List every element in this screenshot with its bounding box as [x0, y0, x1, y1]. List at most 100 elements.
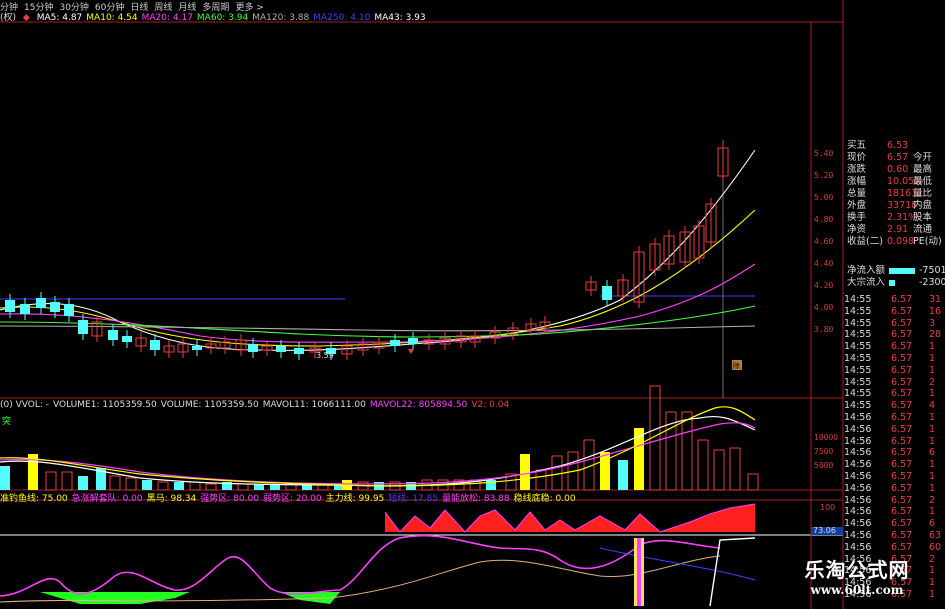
- tick-row: 14:55 6.57 31: [843, 294, 945, 306]
- flow-value: -7501: [919, 265, 945, 276]
- volume-bar: [713, 449, 725, 491]
- tick-volume: 63: [929, 529, 942, 541]
- quote-value: 2.91: [887, 224, 909, 235]
- indicator-label: 稳线底稳: 0.00: [513, 494, 576, 504]
- volume-bar: [142, 480, 152, 490]
- indicator-label: 强势区: 80.00: [200, 494, 259, 504]
- tick-price: 6.57: [891, 317, 913, 329]
- tick-time: 14:55: [844, 329, 872, 341]
- indicator-label: 短线: 17.85: [388, 494, 438, 504]
- candle-down: [36, 298, 46, 308]
- tick-row: 14:56 6.57 60: [843, 542, 945, 554]
- tick-volume: 1: [929, 341, 936, 353]
- tick-price: 6.57: [891, 506, 913, 518]
- tick-price: 6.57: [891, 518, 913, 530]
- quote-value: 0.60: [887, 164, 909, 175]
- tick-row: 14:56 6.57 6: [843, 447, 945, 459]
- kline-chart[interactable]: 5.40 5.20 5.00 4.80 4.60 4.40 4.20 4.00 3.80 3.5…: [0, 0, 945, 609]
- flow-row: 净流入额 -7501: [843, 265, 945, 277]
- site-watermark: 乐淘公式网 www.60lt.com: [772, 554, 942, 597]
- price-axis-label: 5.20: [814, 171, 833, 180]
- volume-bar: [157, 481, 169, 491]
- tick-price: 6.57: [891, 400, 913, 412]
- quote-key2: 量比: [913, 188, 933, 199]
- candle-down: [294, 348, 304, 354]
- quote-key2: PE(动): [913, 236, 942, 247]
- tick-time: 14:55: [844, 364, 872, 376]
- tick-row: 14:56 6.57 1: [843, 412, 945, 424]
- tick-time: 14:56: [844, 541, 872, 553]
- quote-row: 外盘 33718 内盘: [843, 200, 945, 212]
- tick-volume: 31: [929, 294, 942, 305]
- candle-down: [5, 300, 15, 312]
- tick-time: 14:56: [844, 529, 872, 541]
- ma-label: MA43: 3.93: [374, 13, 426, 23]
- tick-time: 14:55: [844, 352, 872, 364]
- tick-time: 14:55: [844, 376, 872, 388]
- tick-volume: 2: [929, 376, 936, 388]
- tick-row: 14:56 6.57 1: [843, 436, 945, 448]
- quote-row: 换手 2.31% 股本: [843, 212, 945, 224]
- tick-row: 14:55 6.57 2: [843, 377, 945, 389]
- tick-price: 6.57: [891, 494, 913, 506]
- tick-price: 6.57: [891, 482, 913, 494]
- volume-bar: [205, 483, 217, 491]
- ma-label: MA20: 4.17: [141, 13, 193, 23]
- quote-key2: 股本: [913, 212, 933, 223]
- tick-volume: 1: [929, 352, 936, 364]
- flow-bar: [889, 268, 915, 274]
- tick-price: 6.57: [891, 364, 913, 376]
- volume-label: MAVOL11: 1066111.00: [262, 400, 366, 410]
- volume-label: VOLUME: 1105359.50: [160, 400, 259, 410]
- tick-row: 14:56 6.57 1: [843, 471, 945, 483]
- quote-key2: 内盘: [913, 200, 933, 211]
- tick-volume: 2: [929, 494, 936, 506]
- tick-time: 14:56: [844, 423, 872, 435]
- tick-price: 6.57: [891, 435, 913, 447]
- volume-bar: [535, 469, 547, 491]
- flow-row: 大宗流入 -2300: [843, 277, 945, 289]
- tick-time: 14:56: [844, 435, 872, 447]
- ma-label: MA5: 4.87: [36, 13, 83, 23]
- tick-row: 14:56 6.57 1: [843, 506, 945, 518]
- tick-price: 6.57: [891, 329, 913, 341]
- indicator-legend: 准钓鱼线: 75.00 急涨解套队: 0.00 黑马: 98.34 强势区: 80.0…: [0, 491, 580, 504]
- price-axis-label: 3.80: [814, 325, 833, 334]
- tick-price: 6.57: [891, 447, 913, 459]
- volume-bar: [45, 471, 57, 491]
- volume-bar: [618, 460, 628, 490]
- volume-label: V2: 0.04: [471, 400, 510, 410]
- tick-price: 6.57: [891, 459, 913, 471]
- ma-label: MA250: 4.10: [313, 13, 371, 23]
- quote-row: 涨幅 10.05% 最低: [843, 176, 945, 188]
- volume-tag: 突: [2, 417, 12, 427]
- volume-axis-label: 5000: [814, 461, 833, 470]
- quote-key2: 最低: [913, 176, 933, 187]
- indicator-label: 急涨解套队: 0.00: [71, 494, 143, 504]
- settings-icon[interactable]: ◆: [23, 13, 30, 23]
- quote-value: 6.53: [887, 140, 909, 151]
- candle-down: [390, 340, 400, 346]
- tick-volume: 1: [929, 506, 936, 518]
- candle-down: [276, 346, 286, 352]
- sub-axis-value: 73.06: [813, 526, 836, 535]
- quote-row: 收益(二) 0.098 PE(动): [843, 236, 945, 248]
- tick-price: 6.57: [891, 294, 913, 305]
- tick-price: 6.57: [891, 470, 913, 482]
- tick-row: 14:56 6.57 1: [843, 424, 945, 436]
- tick-time: 14:55: [844, 294, 872, 305]
- event-marker-label: 除: [733, 361, 740, 370]
- candle-down: [248, 344, 258, 352]
- tick-time: 14:55: [844, 341, 872, 353]
- ma-legend: (权) ◆ MA5: 4.87 MA10: 4.54 MA20: 4.17 MA60:…: [0, 10, 430, 23]
- tick-volume: 60: [929, 541, 942, 553]
- tick-volume: 28: [929, 329, 942, 341]
- indicator-label: 弱势区: 20.00: [262, 494, 322, 504]
- volume-label: VOLUME1: 1105359.50: [53, 400, 157, 410]
- tick-time: 14:55: [844, 305, 872, 317]
- candle-down: [78, 320, 88, 334]
- volume-bar: [61, 471, 73, 491]
- price-axis-label: 4.00: [814, 303, 833, 312]
- volume-label: MAVOL22: 805894.50: [369, 400, 468, 410]
- volume-bar: [174, 482, 184, 490]
